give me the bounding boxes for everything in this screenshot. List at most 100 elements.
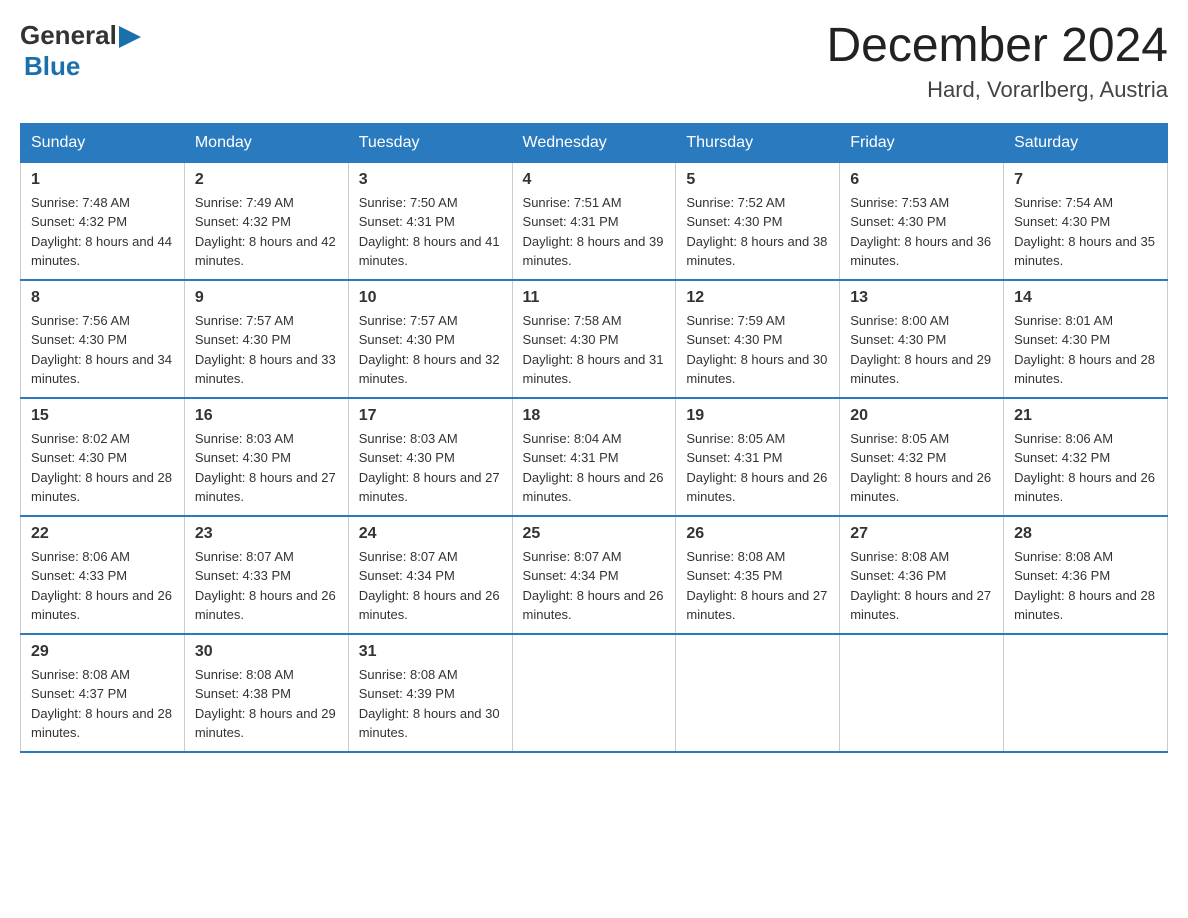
title-area: December 2024 Hard, Vorarlberg, Austria [826,20,1168,103]
day-number: 20 [850,407,993,425]
weekday-header-sunday: Sunday [21,123,185,162]
day-number: 30 [195,643,338,661]
day-number: 28 [1014,525,1157,543]
day-info: Sunrise: 7:50 AMSunset: 4:31 PMDaylight:… [359,195,500,269]
day-info: Sunrise: 8:05 AMSunset: 4:32 PMDaylight:… [850,431,991,505]
calendar-cell: 9 Sunrise: 7:57 AMSunset: 4:30 PMDayligh… [184,280,348,398]
logo: General Blue [20,20,141,82]
calendar-cell: 17 Sunrise: 8:03 AMSunset: 4:30 PMDaylig… [348,398,512,516]
day-number: 10 [359,289,502,307]
day-info: Sunrise: 8:00 AMSunset: 4:30 PMDaylight:… [850,313,991,387]
weekday-header-row: SundayMondayTuesdayWednesdayThursdayFrid… [21,123,1168,162]
calendar-table: SundayMondayTuesdayWednesdayThursdayFrid… [20,123,1168,753]
day-info: Sunrise: 8:08 AMSunset: 4:36 PMDaylight:… [850,549,991,623]
calendar-cell: 26 Sunrise: 8:08 AMSunset: 4:35 PMDaylig… [676,516,840,634]
calendar-week-1: 1 Sunrise: 7:48 AMSunset: 4:32 PMDayligh… [21,162,1168,280]
weekday-header-thursday: Thursday [676,123,840,162]
day-info: Sunrise: 8:02 AMSunset: 4:30 PMDaylight:… [31,431,172,505]
day-number: 21 [1014,407,1157,425]
day-number: 3 [359,171,502,189]
day-info: Sunrise: 7:52 AMSunset: 4:30 PMDaylight:… [686,195,827,269]
day-info: Sunrise: 8:07 AMSunset: 4:34 PMDaylight:… [523,549,664,623]
day-info: Sunrise: 7:54 AMSunset: 4:30 PMDaylight:… [1014,195,1155,269]
calendar-cell: 1 Sunrise: 7:48 AMSunset: 4:32 PMDayligh… [21,162,185,280]
day-number: 26 [686,525,829,543]
weekday-header-wednesday: Wednesday [512,123,676,162]
day-info: Sunrise: 8:07 AMSunset: 4:33 PMDaylight:… [195,549,336,623]
logo-arrow-icon [119,26,141,48]
month-title: December 2024 [826,20,1168,73]
day-number: 16 [195,407,338,425]
day-info: Sunrise: 7:53 AMSunset: 4:30 PMDaylight:… [850,195,991,269]
day-info: Sunrise: 8:08 AMSunset: 4:39 PMDaylight:… [359,667,500,741]
calendar-cell: 13 Sunrise: 8:00 AMSunset: 4:30 PMDaylig… [840,280,1004,398]
calendar-cell: 7 Sunrise: 7:54 AMSunset: 4:30 PMDayligh… [1004,162,1168,280]
logo-general: General [20,20,117,51]
day-info: Sunrise: 7:56 AMSunset: 4:30 PMDaylight:… [31,313,172,387]
day-number: 27 [850,525,993,543]
day-number: 4 [523,171,666,189]
day-info: Sunrise: 8:01 AMSunset: 4:30 PMDaylight:… [1014,313,1155,387]
calendar-cell: 8 Sunrise: 7:56 AMSunset: 4:30 PMDayligh… [21,280,185,398]
calendar-cell: 20 Sunrise: 8:05 AMSunset: 4:32 PMDaylig… [840,398,1004,516]
calendar-cell: 4 Sunrise: 7:51 AMSunset: 4:31 PMDayligh… [512,162,676,280]
day-number: 23 [195,525,338,543]
day-info: Sunrise: 8:04 AMSunset: 4:31 PMDaylight:… [523,431,664,505]
day-number: 6 [850,171,993,189]
day-number: 7 [1014,171,1157,189]
day-number: 15 [31,407,174,425]
calendar-week-5: 29 Sunrise: 8:08 AMSunset: 4:37 PMDaylig… [21,634,1168,752]
day-number: 8 [31,289,174,307]
day-number: 24 [359,525,502,543]
page-header: General Blue December 2024 Hard, Vorarlb… [20,20,1168,103]
calendar-cell: 27 Sunrise: 8:08 AMSunset: 4:36 PMDaylig… [840,516,1004,634]
calendar-cell: 24 Sunrise: 8:07 AMSunset: 4:34 PMDaylig… [348,516,512,634]
calendar-cell: 6 Sunrise: 7:53 AMSunset: 4:30 PMDayligh… [840,162,1004,280]
day-info: Sunrise: 8:06 AMSunset: 4:32 PMDaylight:… [1014,431,1155,505]
calendar-cell: 28 Sunrise: 8:08 AMSunset: 4:36 PMDaylig… [1004,516,1168,634]
calendar-cell: 14 Sunrise: 8:01 AMSunset: 4:30 PMDaylig… [1004,280,1168,398]
day-info: Sunrise: 8:06 AMSunset: 4:33 PMDaylight:… [31,549,172,623]
day-info: Sunrise: 7:57 AMSunset: 4:30 PMDaylight:… [359,313,500,387]
day-info: Sunrise: 8:07 AMSunset: 4:34 PMDaylight:… [359,549,500,623]
calendar-cell: 22 Sunrise: 8:06 AMSunset: 4:33 PMDaylig… [21,516,185,634]
weekday-header-friday: Friday [840,123,1004,162]
calendar-cell: 2 Sunrise: 7:49 AMSunset: 4:32 PMDayligh… [184,162,348,280]
day-number: 12 [686,289,829,307]
calendar-week-4: 22 Sunrise: 8:06 AMSunset: 4:33 PMDaylig… [21,516,1168,634]
calendar-cell: 29 Sunrise: 8:08 AMSunset: 4:37 PMDaylig… [21,634,185,752]
calendar-cell: 31 Sunrise: 8:08 AMSunset: 4:39 PMDaylig… [348,634,512,752]
day-number: 2 [195,171,338,189]
calendar-cell: 12 Sunrise: 7:59 AMSunset: 4:30 PMDaylig… [676,280,840,398]
calendar-cell: 19 Sunrise: 8:05 AMSunset: 4:31 PMDaylig… [676,398,840,516]
calendar-cell: 3 Sunrise: 7:50 AMSunset: 4:31 PMDayligh… [348,162,512,280]
day-number: 31 [359,643,502,661]
day-info: Sunrise: 7:59 AMSunset: 4:30 PMDaylight:… [686,313,827,387]
calendar-body: 1 Sunrise: 7:48 AMSunset: 4:32 PMDayligh… [21,162,1168,752]
day-info: Sunrise: 8:08 AMSunset: 4:35 PMDaylight:… [686,549,827,623]
calendar-header: SundayMondayTuesdayWednesdayThursdayFrid… [21,123,1168,162]
calendar-cell: 15 Sunrise: 8:02 AMSunset: 4:30 PMDaylig… [21,398,185,516]
day-info: Sunrise: 8:03 AMSunset: 4:30 PMDaylight:… [195,431,336,505]
calendar-week-3: 15 Sunrise: 8:02 AMSunset: 4:30 PMDaylig… [21,398,1168,516]
calendar-week-2: 8 Sunrise: 7:56 AMSunset: 4:30 PMDayligh… [21,280,1168,398]
day-number: 5 [686,171,829,189]
day-number: 17 [359,407,502,425]
calendar-cell: 5 Sunrise: 7:52 AMSunset: 4:30 PMDayligh… [676,162,840,280]
day-number: 25 [523,525,666,543]
calendar-cell: 30 Sunrise: 8:08 AMSunset: 4:38 PMDaylig… [184,634,348,752]
day-number: 13 [850,289,993,307]
calendar-cell [676,634,840,752]
weekday-header-saturday: Saturday [1004,123,1168,162]
day-number: 18 [523,407,666,425]
day-number: 11 [523,289,666,307]
day-info: Sunrise: 7:51 AMSunset: 4:31 PMDaylight:… [523,195,664,269]
calendar-cell: 11 Sunrise: 7:58 AMSunset: 4:30 PMDaylig… [512,280,676,398]
day-number: 9 [195,289,338,307]
day-number: 1 [31,171,174,189]
day-number: 29 [31,643,174,661]
day-info: Sunrise: 8:08 AMSunset: 4:37 PMDaylight:… [31,667,172,741]
day-info: Sunrise: 8:08 AMSunset: 4:38 PMDaylight:… [195,667,336,741]
day-info: Sunrise: 8:03 AMSunset: 4:30 PMDaylight:… [359,431,500,505]
day-info: Sunrise: 7:58 AMSunset: 4:30 PMDaylight:… [523,313,664,387]
